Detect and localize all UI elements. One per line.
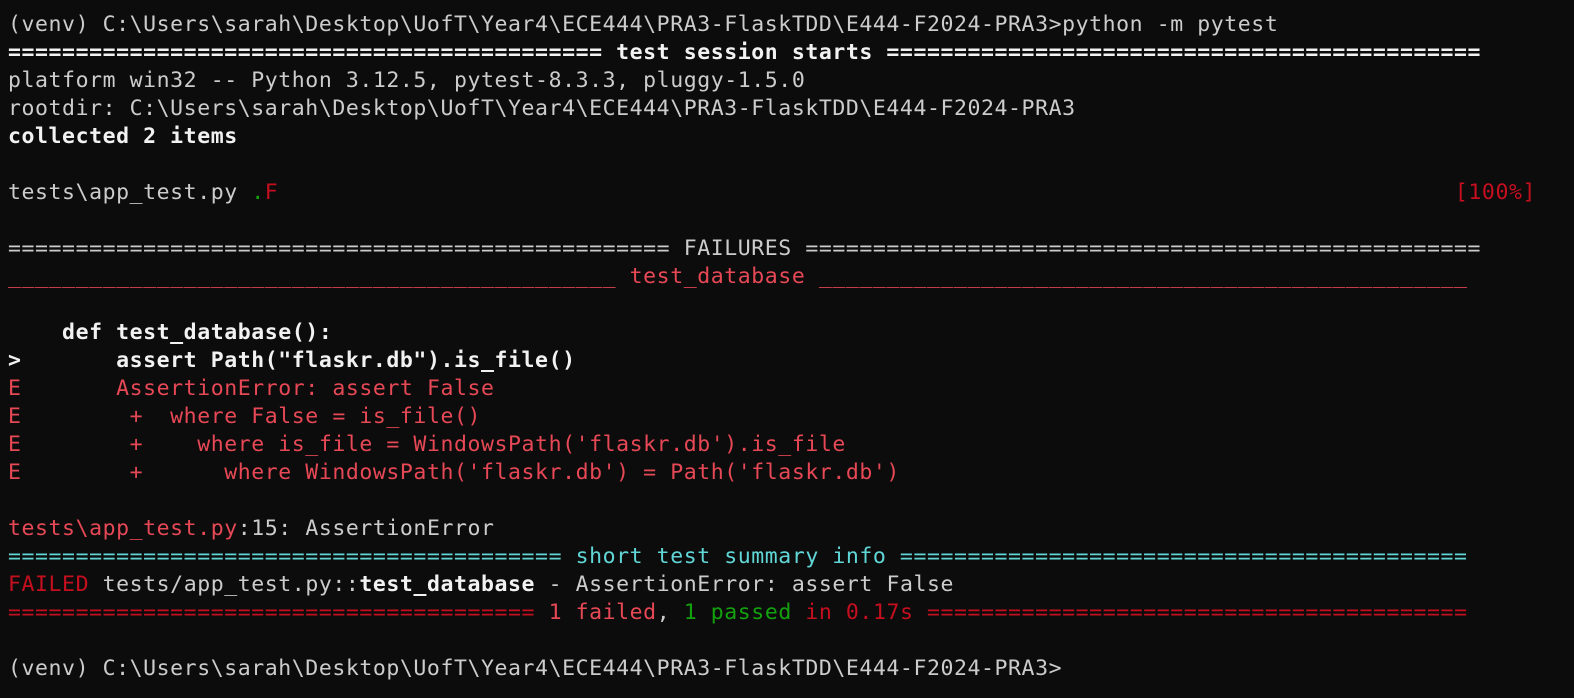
test-file-name: tests\app_test.py	[8, 180, 252, 205]
error-location-line: tests\app_test.py:15: AssertionError	[8, 515, 1568, 543]
error-location-file: tests\app_test.py	[8, 516, 238, 541]
collected-count: collected 2 items	[8, 124, 238, 149]
code-def-line: def test_database():	[8, 320, 333, 345]
final-passed-count: 1 passed	[683, 600, 792, 625]
test-file-result-line: tests\app_test.py .F [100%]	[8, 179, 1568, 207]
error-marker: E	[8, 460, 22, 485]
code-assert-text: assert Path("flaskr.db").is_file()	[21, 348, 576, 373]
progress-percentage: [100%]	[1454, 180, 1536, 205]
code-assert-line: > assert Path("flaskr.db").is_file()	[8, 347, 1568, 375]
typed-command: python -m pytest	[1062, 12, 1279, 37]
final-rule-right: ========================================	[927, 600, 1468, 625]
error-line: E + where is_file = WindowsPath('flaskr.…	[8, 431, 1568, 459]
test-pass-dot: .	[251, 180, 265, 205]
failed-label: FAILED	[8, 572, 90, 597]
rootdir-info: rootdir: C:\Users\sarah\Desktop\UofT\Yea…	[8, 96, 1076, 121]
error-text: + where WindowsPath('flaskr.db') = Path(…	[21, 460, 900, 485]
failing-test-header: ________________________________________…	[8, 264, 1468, 289]
error-marker: E	[8, 404, 22, 429]
test-fail-f: F	[264, 180, 279, 205]
terminal-output[interactable]: (venv) C:\Users\sarah\Desktop\UofT\Year4…	[8, 11, 1568, 695]
failed-message: - AssertionError: assert False	[535, 572, 955, 597]
error-line: E AssertionError: assert False	[8, 375, 1568, 403]
final-failed-count: 1 failed	[548, 600, 657, 625]
prompt-path: (venv) C:\Users\sarah\Desktop\UofT\Year4…	[8, 12, 1063, 37]
error-marker: E	[8, 432, 22, 457]
final-result-line: ======================================= …	[8, 599, 1568, 627]
session-start-header: ========================================…	[8, 40, 1482, 65]
error-text: AssertionError: assert False	[21, 376, 495, 401]
code-marker: >	[8, 348, 22, 373]
error-text: + where False = is_file()	[21, 404, 481, 429]
error-text: + where is_file = WindowsPath('flaskr.db…	[21, 432, 846, 457]
final-rule-left: =======================================	[8, 600, 549, 625]
failed-summary-line: FAILED tests/app_test.py::test_database …	[8, 571, 1568, 599]
error-line: E + where False = is_file()	[8, 403, 1568, 431]
error-line: E + where WindowsPath('flaskr.db') = Pat…	[8, 459, 1568, 487]
failed-test-name: test_database	[359, 572, 536, 597]
error-marker: E	[8, 376, 22, 401]
short-summary-header: ========================================…	[8, 544, 1468, 569]
failures-header: ========================================…	[8, 236, 1482, 261]
platform-info: platform win32 -- Python 3.12.5, pytest-…	[8, 68, 806, 93]
command-prompt-line[interactable]: (venv) C:\Users\sarah\Desktop\UofT\Year4…	[8, 655, 1568, 683]
command-prompt-line: (venv) C:\Users\sarah\Desktop\UofT\Year4…	[8, 11, 1568, 39]
error-location-detail: :15: AssertionError	[237, 516, 495, 541]
final-duration: in 0.17s	[791, 600, 928, 625]
final-comma: ,	[656, 600, 684, 625]
failed-path: tests/app_test.py::	[89, 572, 360, 597]
